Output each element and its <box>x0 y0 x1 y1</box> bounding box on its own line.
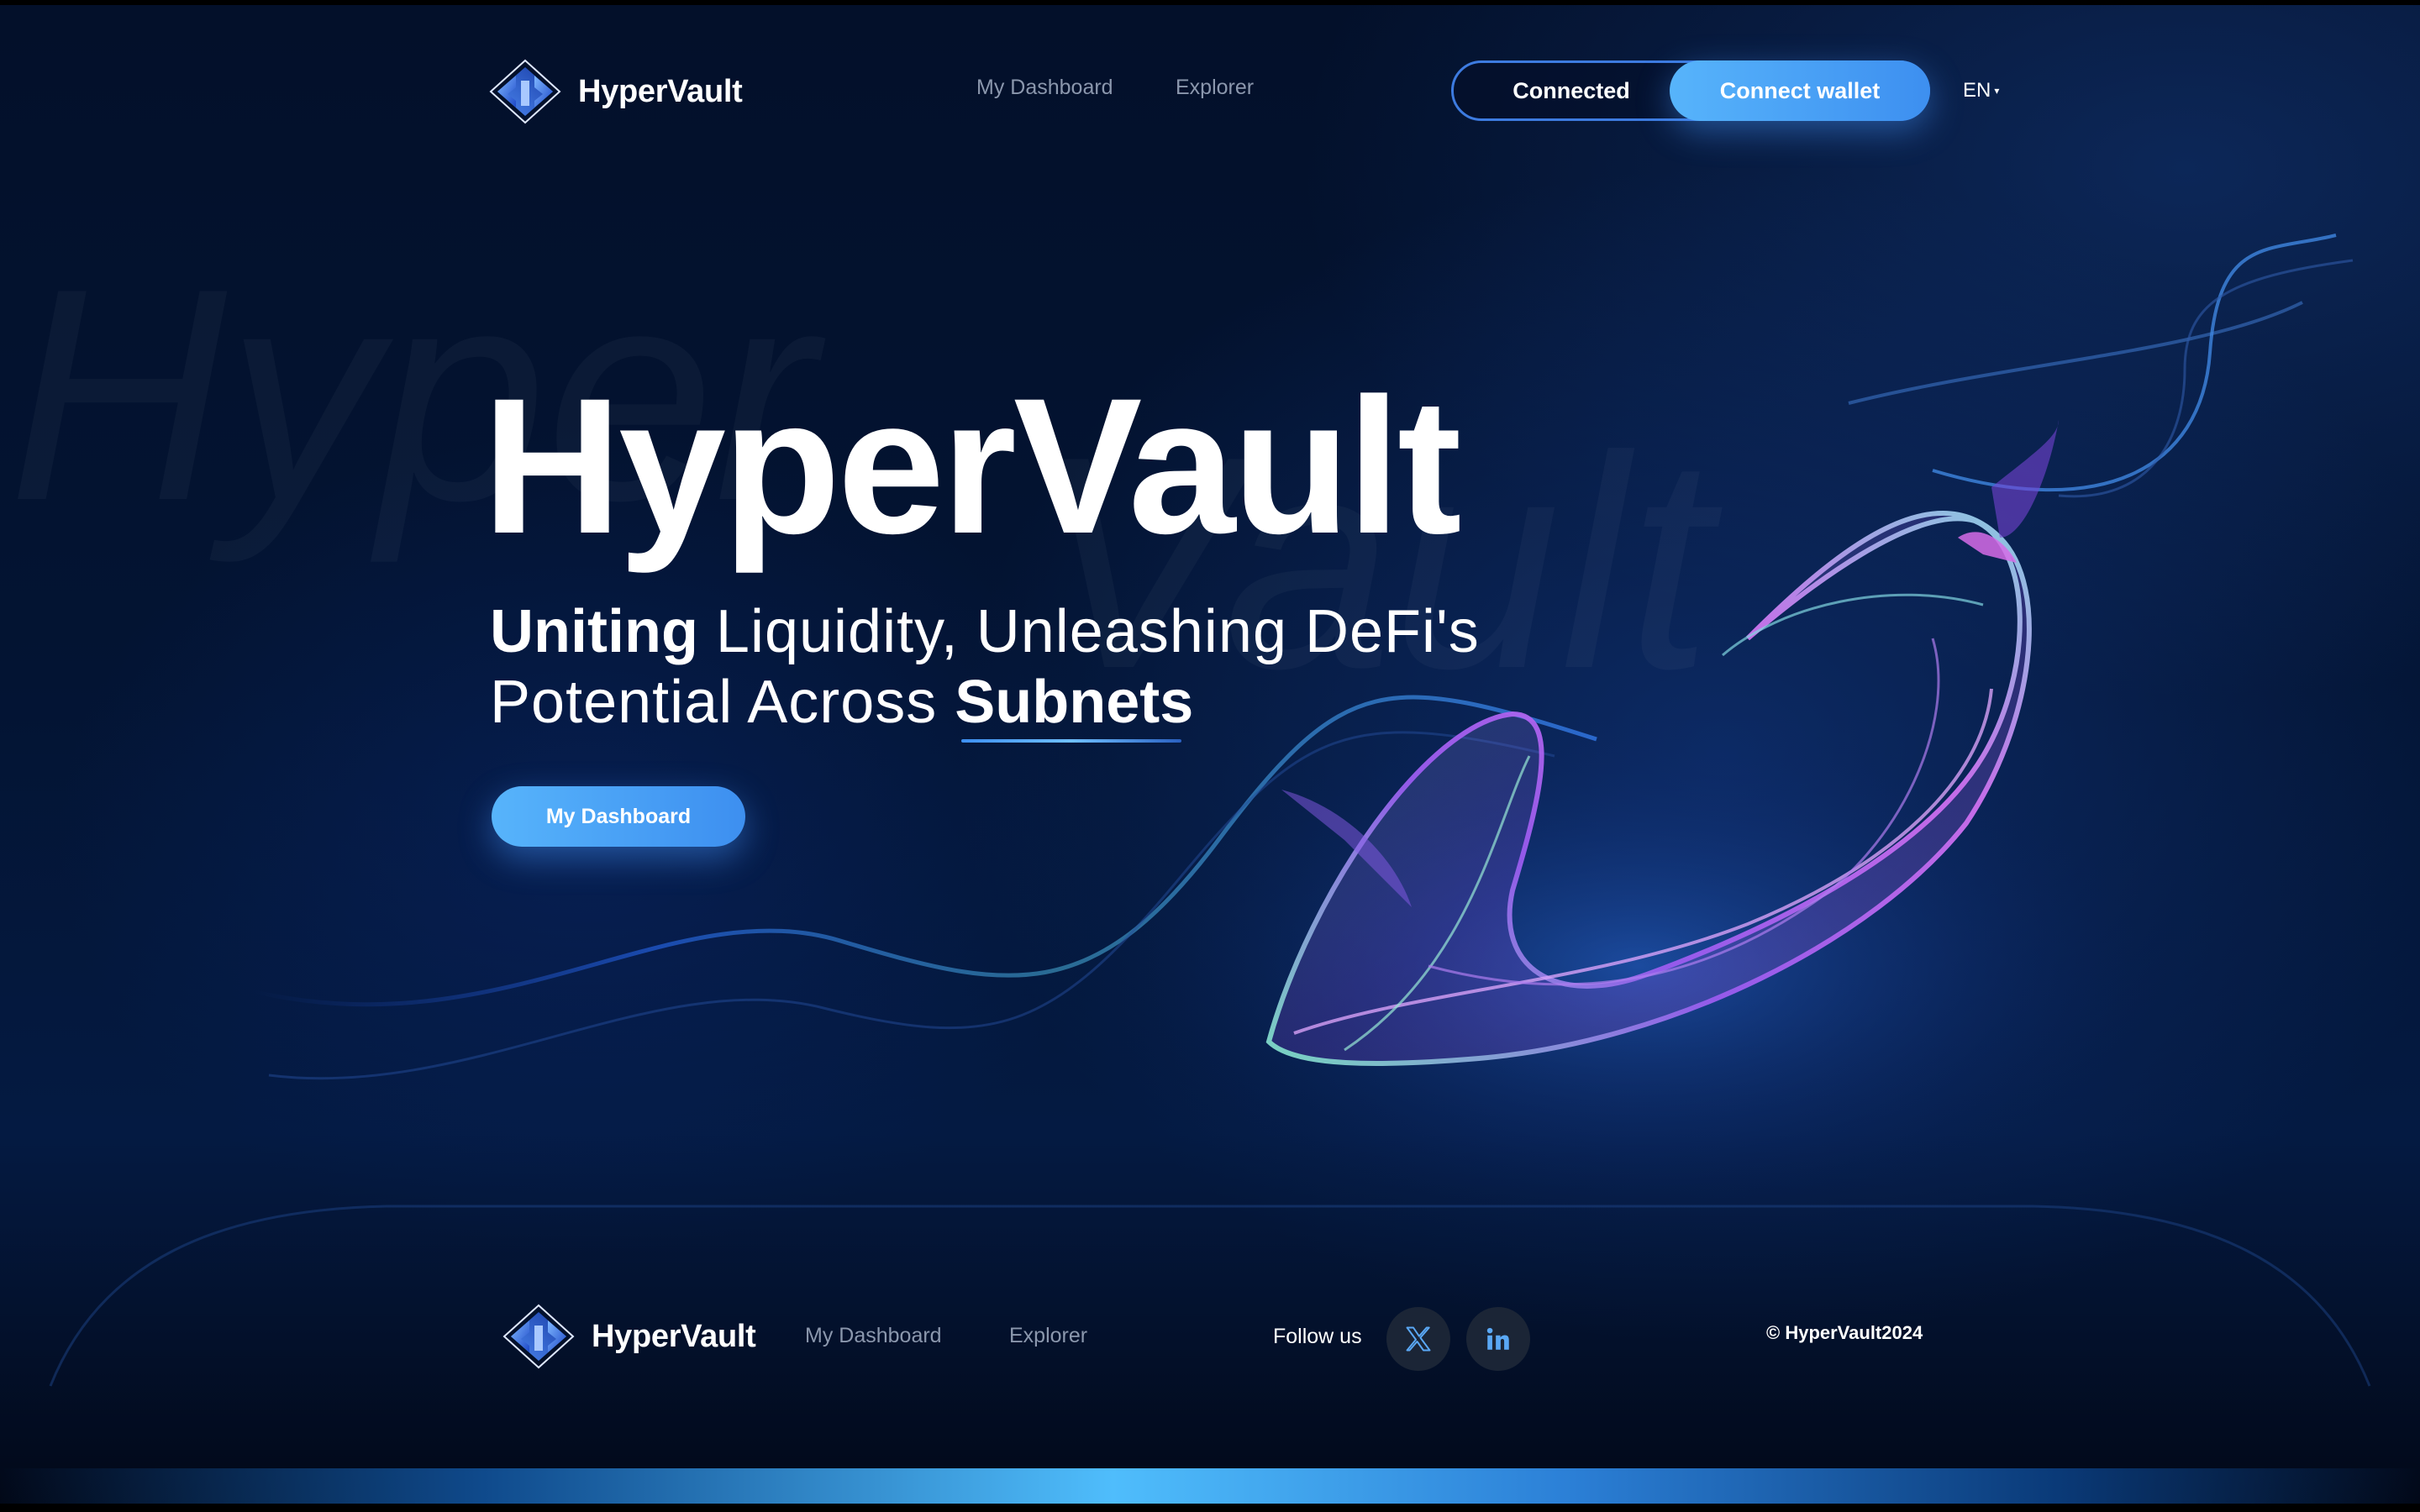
language-label: EN <box>1963 79 1991 102</box>
hero-my-dashboard-button[interactable]: My Dashboard <box>492 786 745 847</box>
nav-explorer[interactable]: Explorer <box>1176 76 1254 100</box>
site-header: HyperVault My Dashboard Explorer Connect… <box>0 0 2420 185</box>
header-brand-name: HyperVault <box>578 73 743 109</box>
hero-subtitle-bold-uniting: Uniting <box>490 598 698 665</box>
landing-page: Hyper Vault My Dashboard Explorer Connec… <box>0 0 2420 1512</box>
header-logo[interactable]: HyperVault <box>487 55 743 128</box>
hero-subtitle-bold-subnets: Subnets <box>955 669 1194 743</box>
follow-us-label: Follow us <box>1273 1325 1362 1348</box>
social-linkedin-button[interactable] <box>1466 1307 1530 1371</box>
wallet-button-group: Connected Connect wallet <box>1451 60 1930 121</box>
linkedin-icon <box>1486 1327 1509 1350</box>
bottom-edge <box>0 1504 2420 1512</box>
hero-decoration <box>49 234 2371 1387</box>
hero-subtitle: Uniting Liquidity, Unleashing DeFi's Pot… <box>490 596 1582 743</box>
hero-subtitle-text-1: Liquidity, Unleashing DeFi's <box>697 598 1480 665</box>
footer-logo[interactable]: HyperVault <box>501 1300 756 1373</box>
hypervault-logo-icon <box>502 1304 575 1369</box>
language-selector[interactable]: EN ▾ <box>1963 79 1999 102</box>
chevron-down-icon: ▾ <box>1994 85 2000 97</box>
social-x-button[interactable] <box>1386 1307 1450 1371</box>
connected-button[interactable]: Connected <box>1454 63 1689 118</box>
hero-title: HyperVault <box>482 358 1462 574</box>
hypervault-logo-icon <box>489 59 561 124</box>
footer-nav-explorer[interactable]: Explorer <box>1009 1324 1087 1348</box>
copyright-text: © HyperVault2024 <box>1766 1322 1923 1343</box>
connect-wallet-button[interactable]: Connect wallet <box>1670 60 1930 121</box>
hero-subtitle-text-2: Potential Across <box>490 669 955 736</box>
nav-my-dashboard[interactable]: My Dashboard <box>976 76 1113 100</box>
bottom-gradient-bar <box>0 1468 2420 1504</box>
x-twitter-icon <box>1406 1326 1431 1352</box>
footer-brand-name: HyperVault <box>592 1318 756 1354</box>
footer-nav-my-dashboard[interactable]: My Dashboard <box>805 1324 942 1348</box>
